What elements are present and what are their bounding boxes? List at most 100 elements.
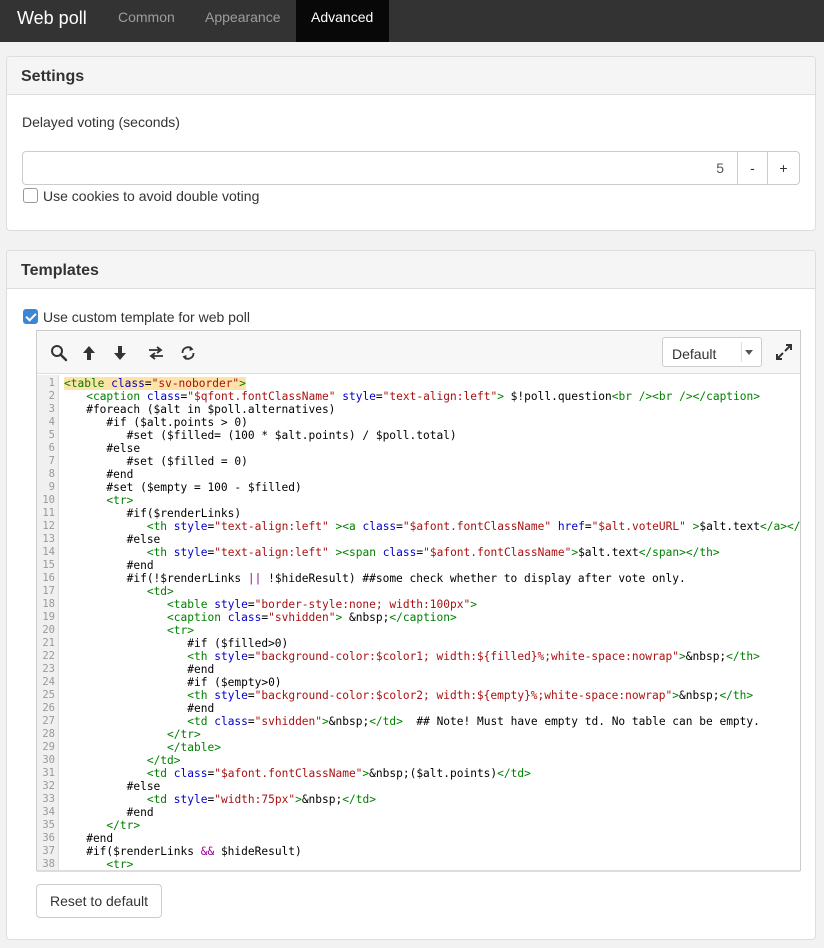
use-cookies-label[interactable]: Use cookies to avoid double voting [43,188,259,204]
code-text[interactable]: #if(!$renderLinks || !$hideResult) ##som… [66,572,686,585]
code-line[interactable]: 2 <caption class="$qfont.fontClassName" … [37,390,800,403]
code-text[interactable]: </tr> [66,728,201,741]
brand-title[interactable]: Web poll [17,7,87,29]
code-text[interactable]: #else [66,533,161,546]
reset-to-default-button[interactable]: Reset to default [36,884,162,918]
replace-icon[interactable] [147,344,165,362]
code-text[interactable]: </table> [66,741,221,754]
code-text[interactable]: <td> [66,585,174,598]
code-line[interactable]: 13 #else [37,533,800,546]
code-line[interactable]: 36 #end [37,832,800,845]
code-text[interactable]: <th style="background-color:$color1; wid… [66,650,760,663]
code-text[interactable]: </tr> [66,819,140,832]
code-text[interactable]: #set ($empty = 100 - $filled) [66,481,301,494]
code-line[interactable]: 32 #else [37,780,800,793]
code-text[interactable]: #set ($filled = 0) [66,455,248,468]
code-text[interactable]: <tr> [66,624,194,637]
code-line[interactable]: 25 <th style="background-color:$color2; … [37,689,800,702]
line-number: 35 [42,819,55,831]
code-area[interactable]: 1 <table class="sv-noborder"> 2 <caption c… [37,375,800,870]
code-text[interactable]: #if ($filled>0) [66,637,288,650]
search-icon[interactable] [50,344,68,362]
code-text[interactable]: #end [66,468,133,481]
horizontal-scrollbar[interactable] [37,870,800,872]
code-text[interactable]: <td style="width:75px">&nbsp;</td> [66,793,376,806]
code-text[interactable]: <tr> [66,858,133,870]
code-text[interactable]: #if($renderLinks && $hideResult) [66,845,302,858]
code-line[interactable]: 23 #end [37,663,800,676]
code-text[interactable]: <caption class="svhidden"> &nbsp;</capti… [66,611,457,624]
decrement-button[interactable]: - [737,151,768,185]
code-line[interactable]: 26 #end [37,702,800,715]
code-line[interactable]: 18 <table style="border-style:none; widt… [37,598,800,611]
code-text[interactable]: #if($renderLinks) [66,507,242,520]
tab-common[interactable]: Common [106,0,186,42]
code-text[interactable]: <tr> [66,494,133,507]
arrow-down-icon[interactable] [111,344,129,362]
code-text[interactable]: #if ($alt.points > 0) [66,416,247,429]
code-text[interactable]: #foreach ($alt in $poll.alternatives) [66,403,335,416]
code-text[interactable]: #end [66,806,154,819]
code-text[interactable]: <table style="border-style:none; width:1… [66,598,477,611]
code-line[interactable]: 9 #set ($empty = 100 - $filled) [37,481,800,494]
line-number: 17 [42,585,55,597]
arrow-up-icon[interactable] [80,344,98,362]
code-line[interactable]: 31 <td class="$afont.fontClassName">&nbs… [37,767,800,780]
use-cookies-checkbox[interactable] [23,188,38,203]
code-text[interactable]: </td> [66,754,181,767]
code-line[interactable]: 28 </tr> [37,728,800,741]
code-text[interactable]: <table class="sv-noborder"> [64,377,246,390]
theme-select[interactable]: Default [662,337,762,367]
code-line[interactable]: 11 #if($renderLinks) [37,507,800,520]
code-line[interactable]: 15 #end [37,559,800,572]
code-line[interactable]: 12 <th style="text-align:left" ><a class… [37,520,800,533]
custom-template-label[interactable]: Use custom template for web poll [43,309,250,325]
code-line[interactable]: 29 </table> [37,741,800,754]
tab-appearance[interactable]: Appearance [193,0,295,42]
code-text[interactable]: <td class="$afont.fontClassName">&nbsp;(… [66,767,531,780]
delayed-voting-input[interactable]: 5 [22,151,738,185]
code-text[interactable]: #end [66,702,214,715]
code-line[interactable]: 34 #end [37,806,800,819]
code-line[interactable]: 3 #foreach ($alt in $poll.alternatives) [37,403,800,416]
code-text[interactable]: <th style="text-align:left" ><span class… [66,546,720,559]
code-text[interactable]: #set ($filled= (100 * $alt.points) / $po… [66,429,457,442]
code-line[interactable]: 17 <td> [37,585,800,598]
code-line[interactable]: 6 #else [37,442,800,455]
line-number: 31 [42,767,55,779]
code-line[interactable]: 30 </td> [37,754,800,767]
code-line[interactable]: 24 #if ($empty>0) [37,676,800,689]
code-line[interactable]: 7 #set ($filled = 0) [37,455,800,468]
code-line[interactable]: 38 <tr> [37,858,800,870]
replace-all-icon[interactable] [179,344,197,362]
code-text[interactable]: <td class="svhidden">&nbsp;</td> ## Note… [66,715,760,728]
code-text[interactable]: #if ($empty>0) [66,676,281,689]
increment-button[interactable]: + [767,151,800,185]
custom-template-checkbox[interactable] [23,309,38,324]
code-line[interactable]: 35 </tr> [37,819,800,832]
code-line[interactable]: 33 <td style="width:75px">&nbsp;</td> [37,793,800,806]
tab-advanced[interactable]: Advanced [296,0,389,42]
code-line[interactable]: 14 <th style="text-align:left" ><span cl… [37,546,800,559]
code-text[interactable]: #end [66,832,113,845]
code-text[interactable]: <th style="background-color:$color2; wid… [66,689,753,702]
code-line[interactable]: 8 #end [37,468,800,481]
code-line[interactable]: 16 #if(!$renderLinks || !$hideResult) ##… [37,572,800,585]
code-text[interactable]: <caption class="$qfont.fontClassName" st… [66,390,760,403]
code-line[interactable]: 4 #if ($alt.points > 0) [37,416,800,429]
code-text[interactable]: #else [66,780,161,793]
code-line[interactable]: 1 <table class="sv-noborder"> [37,377,800,390]
code-line[interactable]: 37 #if($renderLinks && $hideResult) [37,845,800,858]
code-line[interactable]: 20 <tr> [37,624,800,637]
code-line[interactable]: 5 #set ($filled= (100 * $alt.points) / $… [37,429,800,442]
expand-icon[interactable] [775,343,793,361]
code-line[interactable]: 10 <tr> [37,494,800,507]
code-line[interactable]: 27 <td class="svhidden">&nbsp;</td> ## N… [37,715,800,728]
code-text[interactable]: #end [66,559,154,572]
code-text[interactable]: #else [66,442,140,455]
code-line[interactable]: 21 #if ($filled>0) [37,637,800,650]
code-text[interactable]: #end [66,663,214,676]
code-line[interactable]: 22 <th style="background-color:$color1; … [37,650,800,663]
code-line[interactable]: 19 <caption class="svhidden"> &nbsp;</ca… [37,611,800,624]
code-text[interactable]: <th style="text-align:left" ><a class="$… [66,520,800,533]
